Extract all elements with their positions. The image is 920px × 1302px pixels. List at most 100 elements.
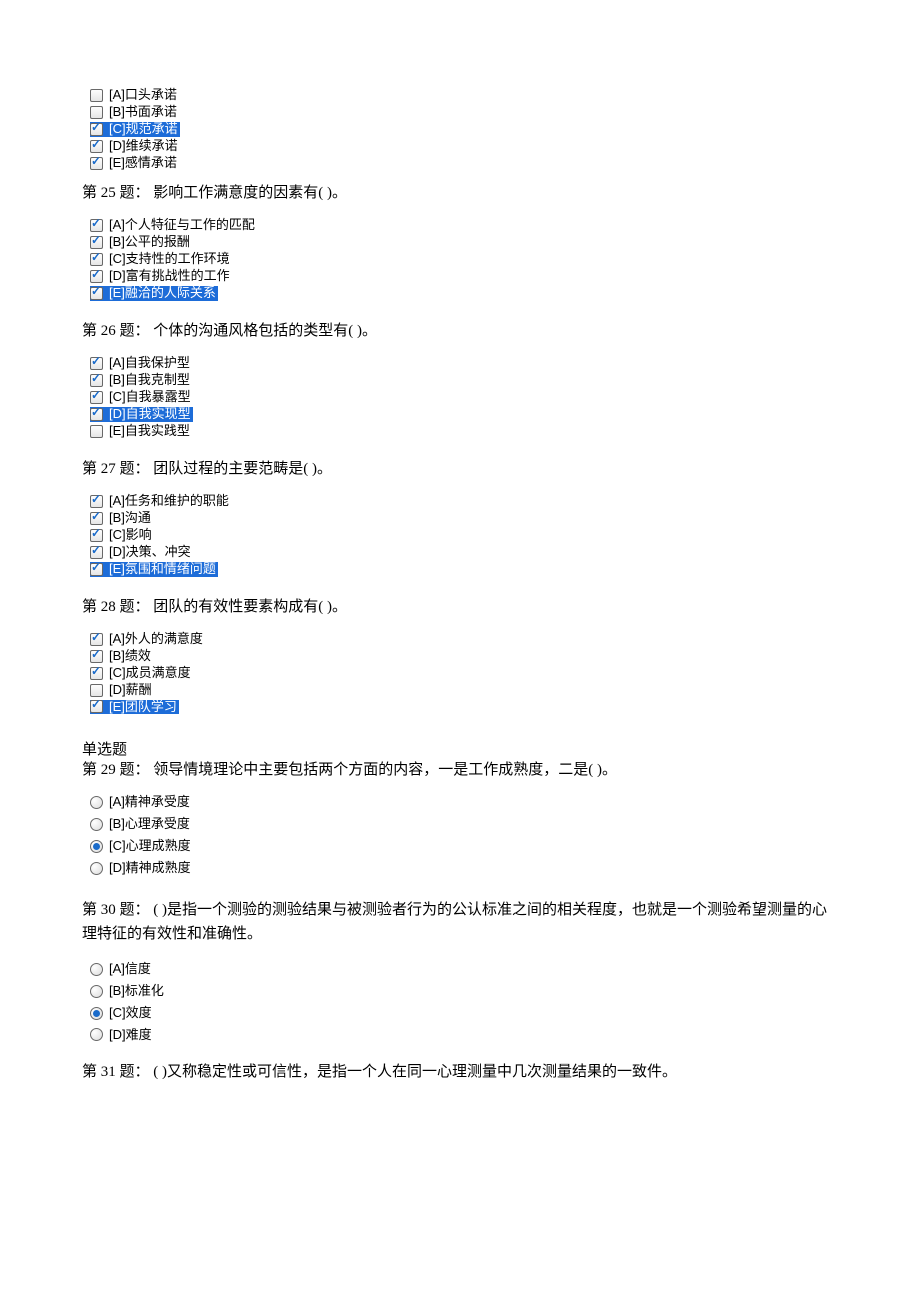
option-label: [D]维续承诺 <box>106 139 178 154</box>
radio-icon <box>90 796 103 809</box>
q27-option-a[interactable]: [A]任务和维护的职能 <box>90 494 231 509</box>
q29-options: [A]精神承受度 [B]心理承受度 [C]心理成熟度 [D]精神成熟度 <box>90 795 838 876</box>
option-label: [C]规范承诺 <box>106 122 178 137</box>
radio-icon <box>90 862 103 875</box>
option-label: [C]成员满意度 <box>106 666 191 681</box>
option-label: [A]个人特征与工作的匹配 <box>106 218 255 233</box>
q27-option-c[interactable]: [C]影响 <box>90 528 154 543</box>
option-label: [A]自我保护型 <box>106 356 190 371</box>
checkbox-checked-icon <box>90 357 103 370</box>
option-label: [E]感情承诺 <box>106 156 177 171</box>
q31-title: 第 31 题： ( )又称稳定性或可信性，是指一个人在同一心理测量中几次测量结果… <box>82 1064 838 1081</box>
checkbox-checked-icon <box>90 529 103 542</box>
checkbox-icon <box>90 89 103 102</box>
q25-option-c[interactable]: [C]支持性的工作环境 <box>90 252 232 267</box>
q25-option-a[interactable]: [A]个人特征与工作的匹配 <box>90 218 257 233</box>
option-label: [E]团队学习 <box>106 700 177 715</box>
checkbox-checked-icon <box>90 633 103 646</box>
q29-option-c[interactable]: [C]心理成熟度 <box>90 839 193 854</box>
checkbox-checked-icon <box>90 374 103 387</box>
checkbox-checked-icon <box>90 563 103 576</box>
option-label: [B]沟通 <box>106 511 151 526</box>
q29-option-d[interactable]: [D]精神成熟度 <box>90 861 193 876</box>
q26-title: 第 26 题： 个体的沟通风格包括的类型有( )。 <box>82 323 838 340</box>
q30-options: [A]信度 [B]标准化 [C]效度 [D]难度 <box>90 962 838 1043</box>
q24-option-b[interactable]: [B]书面承诺 <box>90 105 179 120</box>
option-label: [D]富有挑战性的工作 <box>106 269 230 284</box>
q28-option-a[interactable]: [A]外人的满意度 <box>90 632 205 647</box>
q30-option-d[interactable]: [D]难度 <box>90 1028 154 1043</box>
checkbox-checked-icon <box>90 667 103 680</box>
q30-option-c[interactable]: [C]效度 <box>90 1006 154 1021</box>
q24-options: [A]口头承诺 [B]书面承诺 [C]规范承诺 [D]维续承诺 [E]感情承诺 <box>90 88 838 171</box>
checkbox-checked-icon <box>90 270 103 283</box>
option-label: [A]口头承诺 <box>106 88 177 103</box>
section-label-single: 单选题 <box>82 742 838 759</box>
checkbox-checked-icon <box>90 546 103 559</box>
q25-option-e[interactable]: [E]融洽的人际关系 <box>90 286 218 301</box>
q24-option-e[interactable]: [E]感情承诺 <box>90 156 179 171</box>
option-label: [B]自我克制型 <box>106 373 190 388</box>
q28-option-c[interactable]: [C]成员满意度 <box>90 666 193 681</box>
option-label: [C]自我暴露型 <box>106 390 191 405</box>
option-label: [E]自我实践型 <box>106 424 190 439</box>
option-label: [B]绩效 <box>106 649 151 664</box>
option-label: [D]难度 <box>106 1028 152 1043</box>
option-label: [A]任务和维护的职能 <box>106 494 229 509</box>
checkbox-checked-icon <box>90 700 103 713</box>
option-label: [E]氛围和情绪问题 <box>106 562 216 577</box>
q28-option-b[interactable]: [B]绩效 <box>90 649 153 664</box>
radio-icon <box>90 818 103 831</box>
q25-option-d[interactable]: [D]富有挑战性的工作 <box>90 269 232 284</box>
q30-title: 第 30 题： ( )是指一个测验的测验结果与被测验者行为的公认标准之间的相关程… <box>82 898 838 946</box>
option-label: [B]公平的报酬 <box>106 235 190 250</box>
option-label: [D]薪酬 <box>106 683 152 698</box>
radio-icon <box>90 985 103 998</box>
q26-option-c[interactable]: [C]自我暴露型 <box>90 390 193 405</box>
q26-option-e[interactable]: [E]自我实践型 <box>90 424 192 439</box>
option-label: [D]自我实现型 <box>106 407 191 422</box>
checkbox-checked-icon <box>90 253 103 266</box>
q26-option-a[interactable]: [A]自我保护型 <box>90 356 192 371</box>
q24-option-c[interactable]: [C]规范承诺 <box>90 122 180 137</box>
option-label: [D]精神成熟度 <box>106 861 191 876</box>
option-label: [C]心理成熟度 <box>106 839 191 854</box>
checkbox-icon <box>90 425 103 438</box>
q30-option-b[interactable]: [B]标准化 <box>90 984 166 999</box>
q30-option-a[interactable]: [A]信度 <box>90 962 153 977</box>
checkbox-checked-icon <box>90 650 103 663</box>
checkbox-checked-icon <box>90 123 103 136</box>
radio-icon <box>90 1028 103 1041</box>
q28-option-e[interactable]: [E]团队学习 <box>90 700 179 715</box>
q24-option-a[interactable]: [A]口头承诺 <box>90 88 179 103</box>
radio-icon <box>90 963 103 976</box>
checkbox-checked-icon <box>90 408 103 421</box>
checkbox-checked-icon <box>90 495 103 508</box>
q25-title: 第 25 题： 影响工作满意度的因素有( )。 <box>82 185 838 202</box>
q26-option-d[interactable]: [D]自我实现型 <box>90 407 193 422</box>
q28-title: 第 28 题： 团队的有效性要素构成有( )。 <box>82 599 838 616</box>
q28-option-d[interactable]: [D]薪酬 <box>90 683 154 698</box>
radio-checked-icon <box>90 1007 103 1020</box>
option-label: [A]外人的满意度 <box>106 632 203 647</box>
q27-options: [A]任务和维护的职能 [B]沟通 [C]影响 [D]决策、冲突 [E]氛围和情… <box>90 494 838 577</box>
radio-checked-icon <box>90 840 103 853</box>
q26-option-b[interactable]: [B]自我克制型 <box>90 373 192 388</box>
checkbox-icon <box>90 684 103 697</box>
q29-option-a[interactable]: [A]精神承受度 <box>90 795 192 810</box>
q29-option-b[interactable]: [B]心理承受度 <box>90 817 192 832</box>
q25-option-b[interactable]: [B]公平的报酬 <box>90 235 192 250</box>
option-label: [B]标准化 <box>106 984 164 999</box>
q27-option-b[interactable]: [B]沟通 <box>90 511 153 526</box>
option-label: [E]融洽的人际关系 <box>106 286 216 301</box>
checkbox-checked-icon <box>90 219 103 232</box>
q27-option-e[interactable]: [E]氛围和情绪问题 <box>90 562 218 577</box>
checkbox-checked-icon <box>90 287 103 300</box>
q27-option-d[interactable]: [D]决策、冲突 <box>90 545 193 560</box>
checkbox-checked-icon <box>90 391 103 404</box>
option-label: [A]信度 <box>106 962 151 977</box>
option-label: [C]影响 <box>106 528 152 543</box>
option-label: [A]精神承受度 <box>106 795 190 810</box>
option-label: [B]心理承受度 <box>106 817 190 832</box>
q24-option-d[interactable]: [D]维续承诺 <box>90 139 180 154</box>
